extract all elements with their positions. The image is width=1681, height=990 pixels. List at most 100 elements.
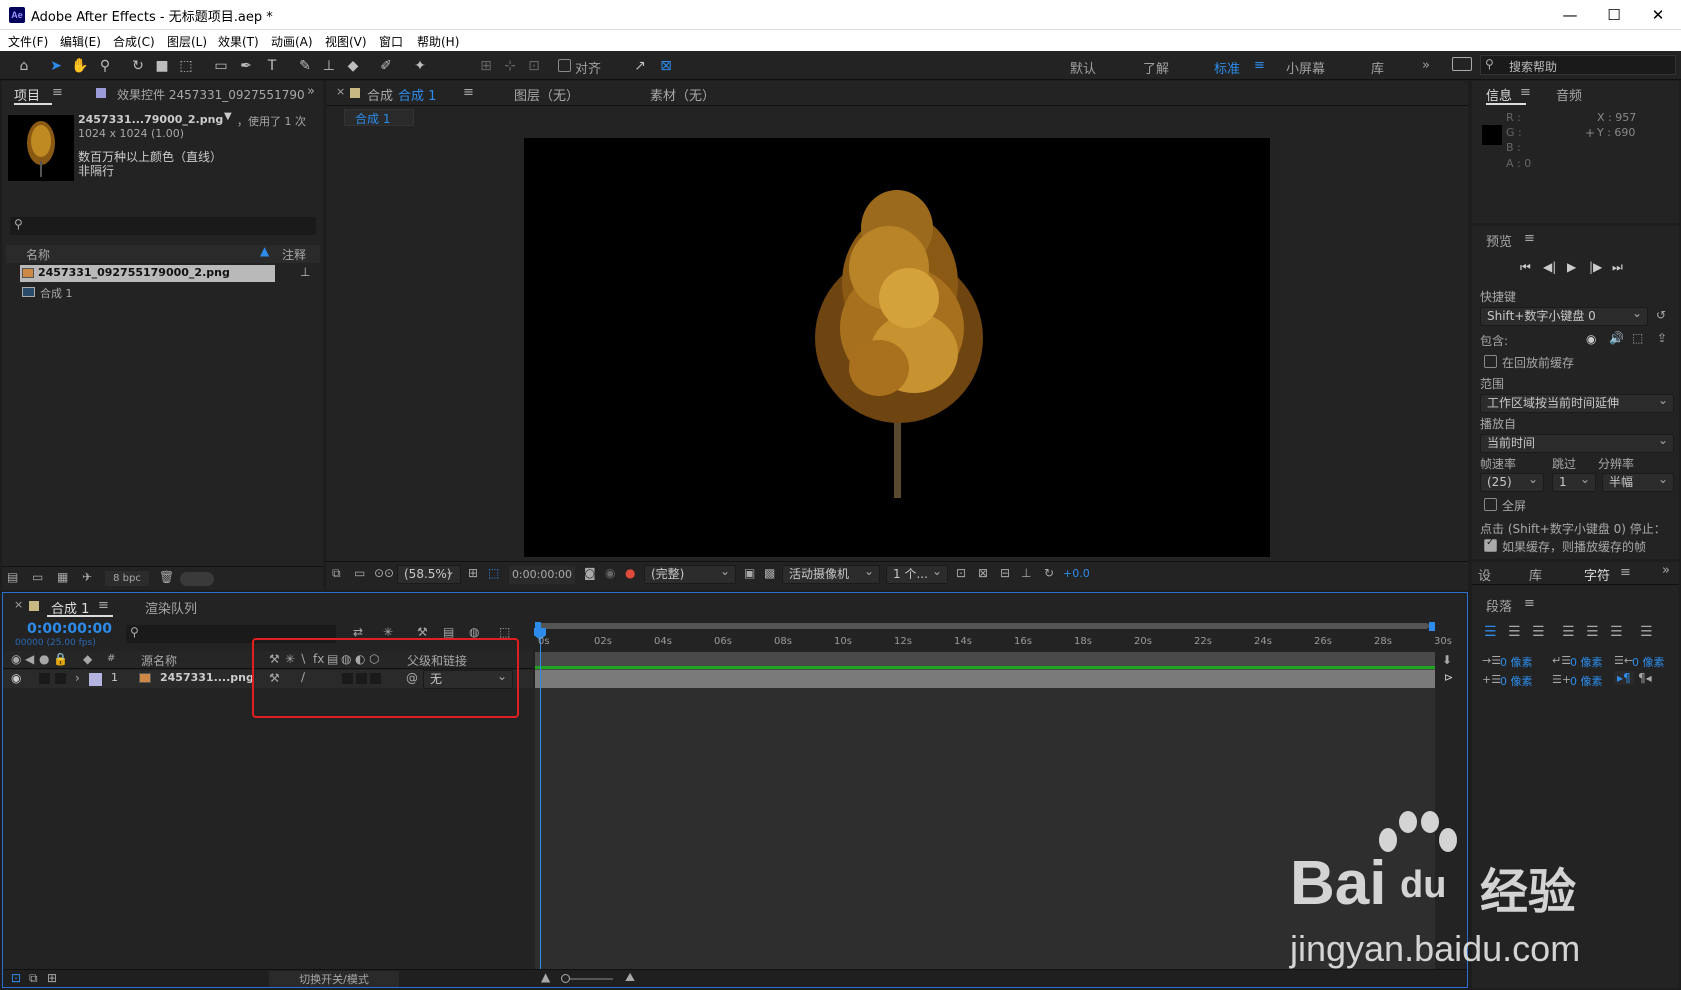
include-video-icon[interactable]: ◉ bbox=[1586, 332, 1596, 346]
last-frame-icon[interactable]: ⏭ bbox=[1612, 260, 1623, 275]
region-of-interest-icon[interactable]: ⬚ bbox=[488, 566, 499, 580]
menu-composition[interactable]: 合成(C) bbox=[113, 33, 155, 50]
comp-marker-icon[interactable]: ⬇ bbox=[1442, 653, 1452, 667]
work-area-bar[interactable] bbox=[535, 652, 1435, 670]
in-out-pane-icon[interactable]: ⊞ bbox=[47, 971, 57, 985]
work-area-range[interactable] bbox=[535, 666, 1435, 669]
menu-help[interactable]: 帮助(H) bbox=[417, 33, 459, 50]
audio-switch-icon[interactable]: ◀ bbox=[25, 652, 34, 666]
cache-before-playback-checkbox[interactable] bbox=[1484, 355, 1497, 368]
workspace-learn[interactable]: 了解 bbox=[1143, 58, 1169, 77]
shortcut-dropdown[interactable]: Shift+数字小键盘 0 bbox=[1480, 305, 1648, 326]
comp-button-icon[interactable]: ⊳ bbox=[1444, 671, 1453, 684]
zoom-slider-thumb[interactable] bbox=[561, 974, 570, 983]
pen-tool-icon[interactable]: ✒ bbox=[236, 56, 256, 76]
menu-file[interactable]: 文件(F) bbox=[8, 33, 48, 50]
views-dropdown[interactable]: 1 个... bbox=[886, 563, 948, 584]
shy-layers-icon[interactable]: ⚒ bbox=[417, 625, 428, 639]
tab-layer[interactable]: 图层（无） bbox=[514, 85, 579, 104]
reset-exposure-icon[interactable]: ↻ bbox=[1044, 566, 1054, 580]
modes-pane-icon[interactable]: ⧉ bbox=[29, 971, 38, 986]
tab-info[interactable]: 信息 bbox=[1486, 85, 1512, 104]
label-tag-icon[interactable]: ◆ bbox=[83, 652, 92, 666]
video-switch-icon[interactable]: ◉ bbox=[11, 652, 21, 666]
hand-tool-icon[interactable]: ✋ bbox=[70, 56, 90, 76]
delete-icon[interactable]: 🗑 bbox=[159, 570, 174, 584]
minimize-button[interactable]: — bbox=[1548, 3, 1592, 27]
zoom-slider-track[interactable] bbox=[563, 978, 613, 980]
info-tab-menu-icon[interactable]: ≡ bbox=[1520, 85, 1531, 100]
justify-all-icon[interactable]: ☰ bbox=[1640, 624, 1653, 640]
layer-duration-bar[interactable] bbox=[535, 670, 1435, 688]
type-tool-icon[interactable]: T bbox=[262, 56, 282, 76]
first-frame-icon[interactable]: ⏮ bbox=[1520, 260, 1531, 275]
menu-animation[interactable]: 动画(A) bbox=[271, 33, 313, 50]
help-search-input[interactable]: ⚲ 搜索帮助 bbox=[1480, 55, 1676, 75]
bpc-button[interactable]: 8 bpc bbox=[105, 571, 149, 586]
justify-right-icon[interactable]: ☰ bbox=[1610, 624, 1623, 640]
hierarchy-icon[interactable]: ⊥ bbox=[300, 265, 310, 279]
tab-footage[interactable]: 素材（无） bbox=[650, 85, 715, 104]
viewer-breadcrumb[interactable]: 合成 1 bbox=[344, 109, 414, 126]
fit-icon[interactable]: ⊞ bbox=[468, 566, 478, 580]
project-tab-menu-icon[interactable]: ≡ bbox=[52, 85, 63, 100]
workspace-small-screen[interactable]: 小屏幕 bbox=[1286, 58, 1325, 77]
footage-name[interactable]: 2457331...79000_2.png bbox=[78, 113, 223, 126]
color-channels-icon[interactable]: ● bbox=[625, 566, 635, 580]
vr-goggles-icon[interactable]: ⊙⊙ bbox=[374, 566, 394, 580]
tab-render-queue[interactable]: 渲染队列 bbox=[145, 598, 197, 617]
play-from-dropdown[interactable]: 当前时间 bbox=[1480, 432, 1674, 453]
preview-title[interactable]: 预览 bbox=[1486, 231, 1512, 250]
toggle-switches-modes[interactable]: 切换开关/模式 bbox=[269, 971, 399, 987]
viewer-timecode[interactable]: 0:00:00:00 bbox=[509, 566, 575, 584]
col-name[interactable]: 名称 bbox=[26, 246, 50, 263]
workspace-library[interactable]: 库 bbox=[1371, 58, 1384, 77]
preview-menu-icon[interactable]: ≡ bbox=[1524, 231, 1535, 246]
rtl-direction-icon[interactable]: ¶◂ bbox=[1638, 671, 1652, 685]
layer-label-color[interactable] bbox=[89, 673, 102, 686]
reset-icon[interactable]: ↺ bbox=[1656, 308, 1666, 322]
new-comp-icon[interactable]: ▦ bbox=[57, 570, 68, 584]
draft-3d-icon[interactable]: ✳ bbox=[383, 625, 393, 639]
indent-right-value[interactable]: 0 像素 bbox=[1632, 654, 1665, 670]
workspace-menu-icon[interactable]: ≡ bbox=[1254, 58, 1265, 73]
range-dropdown[interactable]: 工作区域按当前时间延伸 bbox=[1480, 392, 1674, 413]
keyboard-icon[interactable] bbox=[1452, 57, 1472, 71]
workspace-standard[interactable]: 标准 bbox=[1214, 58, 1240, 77]
puppet-pin-icon[interactable]: ✦ bbox=[410, 56, 430, 76]
lock-box[interactable] bbox=[55, 673, 66, 684]
navigator-end-handle[interactable] bbox=[1429, 622, 1435, 631]
play-icon[interactable]: ▶ bbox=[1567, 260, 1576, 274]
snapshot-icon[interactable]: ◙ bbox=[584, 566, 596, 580]
menu-layer[interactable]: 图层(L) bbox=[167, 33, 207, 50]
character-menu-icon[interactable]: ≡ bbox=[1620, 565, 1631, 580]
menu-window[interactable]: 窗口 bbox=[379, 33, 403, 50]
expand-arrow-icon[interactable]: › bbox=[75, 671, 80, 685]
align-left-icon[interactable]: ☰ bbox=[1484, 624, 1497, 640]
close-tab-icon[interactable]: × bbox=[336, 85, 345, 98]
indent-first-value[interactable]: 0 像素 bbox=[1570, 654, 1603, 670]
always-preview-icon[interactable]: ⧉ bbox=[332, 566, 341, 581]
more-workspaces-icon[interactable]: » bbox=[1422, 58, 1430, 73]
space-before-value[interactable]: 0 像素 bbox=[1500, 673, 1533, 689]
zoom-dropdown[interactable]: (58.5%) bbox=[397, 563, 461, 584]
snap-icon[interactable]: ↗ bbox=[630, 56, 650, 76]
pan-behind-tool-icon[interactable]: ⬚ bbox=[176, 56, 196, 76]
paragraph-menu-icon[interactable]: ≡ bbox=[1524, 596, 1535, 611]
footage-dropdown-icon[interactable]: ▼ bbox=[224, 111, 232, 122]
toggle-pixel-aspect-icon[interactable]: ⊡ bbox=[956, 566, 966, 580]
solo-switch-icon[interactable]: ● bbox=[39, 652, 49, 666]
skip-dropdown[interactable]: 1 bbox=[1552, 471, 1596, 492]
selection-tool-icon[interactable]: ➤ bbox=[46, 56, 66, 76]
brush-tool-icon[interactable]: ✎ bbox=[295, 56, 315, 76]
tab-project[interactable]: 项目 bbox=[14, 85, 40, 104]
comp-flowchart-icon[interactable]: ⊟ bbox=[1000, 566, 1010, 580]
camera-dropdown[interactable]: 活动摄像机 bbox=[782, 563, 880, 584]
project-item-selected[interactable]: 2457331_092755179000_2.png bbox=[20, 265, 275, 282]
indent-left-value[interactable]: 0 像素 bbox=[1500, 654, 1533, 670]
justify-left-icon[interactable]: ☰ bbox=[1562, 624, 1575, 640]
camera-tool-icon[interactable]: ■ bbox=[152, 56, 172, 76]
close-tab-icon[interactable]: × bbox=[14, 598, 23, 611]
timeline-icon[interactable]: ⊠ bbox=[978, 566, 988, 580]
next-frame-icon[interactable]: |▶ bbox=[1589, 260, 1602, 274]
